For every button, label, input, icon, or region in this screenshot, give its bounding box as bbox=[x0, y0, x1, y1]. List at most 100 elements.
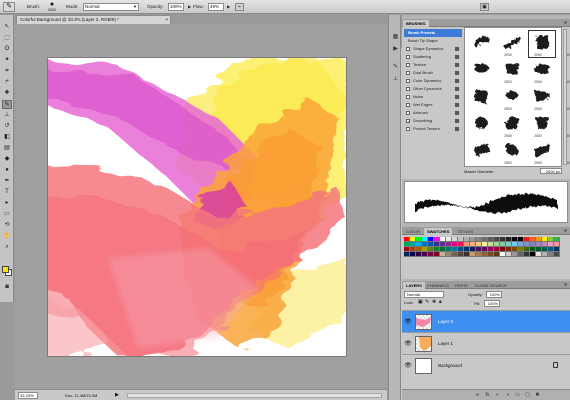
document-tab[interactable]: Colorful Background @ 33.3% (Layer 2, RG… bbox=[16, 15, 171, 24]
brush-option-item[interactable]: Dual Brush bbox=[404, 69, 462, 77]
eraser-tool-icon[interactable]: ◧ bbox=[2, 133, 12, 142]
panel-menu-icon[interactable]: ≡ bbox=[564, 281, 567, 289]
airbrush-icon[interactable]: ⌁ bbox=[235, 3, 244, 11]
brush-option-item[interactable]: Other Dynamics bbox=[404, 85, 462, 93]
eyedropper-tool-icon[interactable]: ⌿ bbox=[2, 78, 12, 87]
color-swatch[interactable] bbox=[554, 252, 560, 257]
flow-input[interactable]: 49% bbox=[208, 3, 224, 11]
brush-grid-scrollbar[interactable] bbox=[563, 29, 567, 165]
lock-all-icon[interactable]: 🔒︎ bbox=[439, 299, 442, 305]
clone-stamp-tool-icon[interactable]: ⊥ bbox=[2, 111, 12, 120]
zoom-input[interactable]: 33.33% bbox=[18, 392, 38, 399]
brush-option-item[interactable]: Noise bbox=[404, 93, 462, 101]
brush-preset[interactable]: 2500 bbox=[469, 112, 512, 138]
brush-preset[interactable]: 2500 bbox=[529, 85, 570, 111]
dodge-tool-icon[interactable]: ● bbox=[2, 166, 12, 175]
trash-icon[interactable]: ✖ bbox=[534, 392, 541, 398]
close-icon[interactable]: × bbox=[165, 16, 168, 24]
blur-tool-icon[interactable]: ◆ bbox=[2, 155, 12, 164]
brush-option-item[interactable]: Brush Tip Shape bbox=[404, 37, 462, 45]
lock-icon[interactable] bbox=[455, 47, 459, 51]
opacity-input[interactable]: 100% bbox=[168, 3, 184, 11]
layer-style-icon[interactable]: fx bbox=[484, 392, 491, 398]
brush-option-item[interactable]: ✓ Smoothing bbox=[404, 117, 462, 125]
lasso-tool-icon[interactable]: ʘ bbox=[2, 45, 12, 54]
blend-mode-select[interactable]: Normal bbox=[404, 291, 444, 298]
new-group-icon[interactable]: ▭ bbox=[514, 392, 521, 398]
brush-option-item[interactable]: Airbrush bbox=[404, 109, 462, 117]
panel-menu-icon[interactable]: ≡ bbox=[564, 19, 567, 27]
master-diameter-input[interactable]: 2000 px bbox=[540, 168, 562, 174]
brush-tool-preset-picker[interactable]: ✎ bbox=[3, 2, 15, 12]
brush-preset[interactable]: 2500 bbox=[469, 85, 512, 111]
lock-icon[interactable] bbox=[455, 79, 459, 83]
brush-preset[interactable]: 2500 bbox=[528, 30, 570, 58]
fill-input[interactable]: 100% bbox=[484, 300, 500, 307]
brush-preset[interactable]: 2500 bbox=[469, 58, 512, 84]
brush-option-item[interactable]: Scattering bbox=[404, 53, 462, 61]
adjustment-layer-icon[interactable]: ◑ bbox=[504, 392, 511, 398]
eye-icon[interactable]: 👁︎ bbox=[404, 340, 412, 348]
brush-option-item[interactable]: Texture bbox=[404, 61, 462, 69]
brush-preset[interactable]: 2000 bbox=[469, 31, 512, 57]
eye-icon[interactable]: 👁︎ bbox=[404, 318, 412, 326]
layer-opacity-input[interactable]: 100% bbox=[486, 291, 502, 298]
brush-preset[interactable]: 2500 bbox=[529, 139, 570, 165]
checkbox[interactable]: ✓ bbox=[406, 119, 410, 124]
lock-icon[interactable] bbox=[455, 127, 459, 131]
brush-panel-icon[interactable]: ✎ bbox=[391, 63, 400, 72]
brush-preset[interactable]: 2500 bbox=[469, 139, 512, 165]
checkbox[interactable] bbox=[406, 79, 410, 83]
tab-layers[interactable]: LAYERS bbox=[403, 282, 425, 289]
crop-tool-icon[interactable]: ⌗ bbox=[2, 67, 12, 76]
brush-option-item[interactable]: Wet Edges bbox=[404, 101, 462, 109]
opacity-dropdown-icon[interactable]: ▶ bbox=[188, 4, 191, 9]
mode-select[interactable]: Normal ▼ bbox=[83, 3, 139, 11]
quick-select-tool-icon[interactable]: ✦ bbox=[2, 56, 12, 65]
lock-icon[interactable] bbox=[455, 119, 459, 123]
checkbox[interactable] bbox=[406, 95, 410, 99]
brush-option-item[interactable]: Protect Texture bbox=[404, 125, 462, 133]
eye-icon[interactable]: 👁︎ bbox=[404, 362, 412, 370]
tab-styles[interactable]: STYLES bbox=[455, 228, 476, 235]
lock-icon[interactable] bbox=[455, 95, 459, 99]
layer-row-background[interactable]: 👁︎ Background bbox=[402, 354, 570, 376]
brush-preset[interactable]: 2500 bbox=[499, 58, 542, 84]
checkbox[interactable] bbox=[406, 111, 410, 115]
layer-row-layer-2[interactable]: 👁︎ Layer 2 bbox=[402, 310, 570, 332]
zoom-tool-icon[interactable]: ⌕ bbox=[2, 243, 12, 252]
flow-dropdown-icon[interactable]: ▶ bbox=[227, 4, 230, 9]
lock-image-icon[interactable]: ✎ bbox=[425, 299, 429, 305]
foreground-color-swatch[interactable] bbox=[2, 266, 9, 273]
link-layers-icon[interactable]: ∞ bbox=[474, 392, 481, 398]
tab-brushes[interactable]: BRUSHES bbox=[403, 20, 429, 27]
actions-panel-icon[interactable]: ▶ bbox=[391, 45, 400, 54]
brush-preset[interactable]: 2000 bbox=[499, 31, 542, 57]
brush-preset[interactable]: 2500 bbox=[499, 112, 542, 138]
brush-presets-item[interactable]: Brush Presets bbox=[404, 29, 462, 37]
tab-channels[interactable]: CHANNELS bbox=[424, 282, 452, 289]
brush-preset[interactable]: 2500 bbox=[499, 139, 542, 165]
lock-position-icon[interactable]: ✥ bbox=[432, 299, 436, 305]
healing-brush-tool-icon[interactable]: ✚ bbox=[2, 89, 12, 98]
brush-preset[interactable]: 2500 bbox=[499, 85, 542, 111]
tab-clone-source[interactable]: CLONE SOURCE bbox=[472, 282, 510, 289]
tab-paths[interactable]: PATHS bbox=[452, 282, 471, 289]
history-panel-icon[interactable]: ▦ bbox=[391, 33, 400, 42]
lock-icon[interactable] bbox=[455, 111, 459, 115]
shape-tool-icon[interactable]: ▭ bbox=[2, 210, 12, 219]
horizontal-scrollbar[interactable] bbox=[127, 393, 382, 398]
pen-tool-icon[interactable]: ✒ bbox=[2, 177, 12, 186]
move-tool-icon[interactable]: ↖ bbox=[2, 23, 12, 32]
path-select-tool-icon[interactable]: ▸ bbox=[2, 199, 12, 208]
quick-mask-icon[interactable]: ◙ bbox=[2, 283, 12, 292]
checkbox[interactable] bbox=[406, 55, 410, 59]
status-menu-arrow-icon[interactable]: ▶ bbox=[115, 392, 119, 398]
checkbox[interactable] bbox=[406, 63, 410, 67]
lock-icon[interactable] bbox=[455, 63, 459, 67]
lock-icon[interactable] bbox=[455, 71, 459, 75]
brush-option-item[interactable]: Color Dynamics bbox=[404, 77, 462, 85]
type-tool-icon[interactable]: T bbox=[2, 188, 12, 197]
gradient-tool-icon[interactable]: ▤ bbox=[2, 144, 12, 153]
brush-option-item[interactable]: Shape Dynamics bbox=[404, 45, 462, 53]
